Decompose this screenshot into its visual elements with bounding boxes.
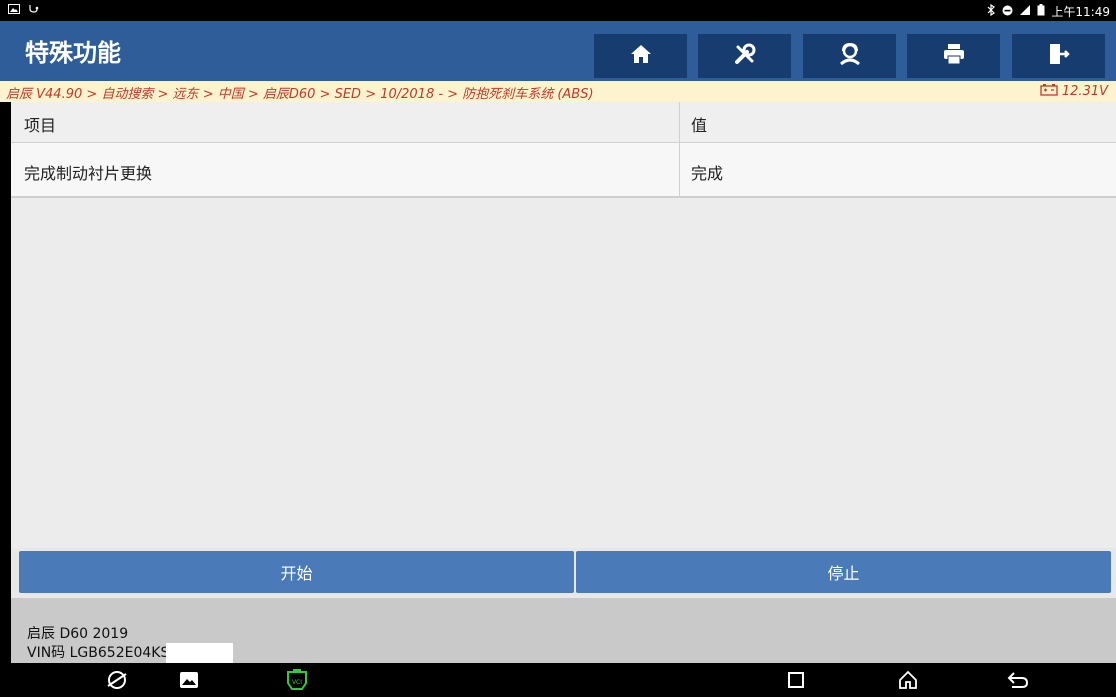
voltage-value: 12.31V bbox=[1061, 84, 1108, 99]
action-bar: 开始 停止 bbox=[11, 548, 1116, 598]
headset-icon bbox=[837, 42, 863, 70]
diagnostic-notification-icon bbox=[28, 3, 40, 18]
row-item-value: 完成 bbox=[691, 164, 724, 183]
tools-button[interactable] bbox=[698, 34, 791, 78]
column-divider bbox=[679, 102, 680, 142]
bluetooth-icon bbox=[987, 3, 996, 19]
printer-icon bbox=[943, 43, 965, 69]
vci-connector-icon[interactable]: VCI bbox=[284, 668, 310, 692]
redaction-box bbox=[166, 643, 233, 665]
data-table: 项目 值 完成制动衬片更换 完成 bbox=[11, 102, 1116, 548]
home-nav-button[interactable] bbox=[895, 668, 921, 692]
page-title: 特殊功能 bbox=[25, 39, 121, 67]
home-button[interactable] bbox=[594, 34, 687, 78]
image-notification-icon bbox=[8, 3, 20, 18]
cell-signal-icon bbox=[1019, 4, 1031, 19]
status-time: 上午11:49 bbox=[1051, 5, 1110, 19]
column-header-value: 值 bbox=[691, 116, 708, 135]
stop-button[interactable]: 停止 bbox=[576, 551, 1111, 593]
breadcrumb-bar: 启辰 V44.90 > 自动搜索 > 远东 > 中国 > 启辰D60 > SED… bbox=[0, 81, 1116, 102]
system-nav-bar: VCI bbox=[0, 663, 1116, 697]
battery-icon bbox=[1037, 4, 1045, 19]
print-button[interactable] bbox=[907, 34, 1000, 78]
gallery-app-icon[interactable] bbox=[176, 668, 202, 692]
back-button[interactable] bbox=[1005, 668, 1031, 692]
vehicle-model: 启辰 D60 2019 bbox=[27, 626, 129, 642]
car-battery-icon bbox=[1040, 83, 1058, 100]
table-header: 项目 值 bbox=[11, 102, 1116, 143]
exit-button[interactable] bbox=[1012, 34, 1105, 78]
table-row[interactable]: 完成制动衬片更换 完成 bbox=[11, 143, 1116, 198]
recents-button[interactable] bbox=[783, 668, 809, 692]
row-item-label: 完成制动衬片更换 bbox=[24, 164, 153, 183]
title-bar: 特殊功能 bbox=[0, 21, 1116, 81]
svg-text:VCI: VCI bbox=[292, 679, 302, 686]
breadcrumb: 启辰 V44.90 > 自动搜索 > 远东 > 中国 > 启辰D60 > SED… bbox=[6, 87, 594, 102]
browser-app-icon[interactable] bbox=[104, 668, 130, 692]
exit-icon bbox=[1048, 42, 1070, 70]
status-bar: 上午11:49 bbox=[0, 0, 1116, 21]
column-header-item: 项目 bbox=[24, 116, 57, 135]
home-icon bbox=[630, 43, 652, 69]
do-not-disturb-icon bbox=[1002, 5, 1013, 19]
start-button[interactable]: 开始 bbox=[19, 551, 574, 593]
support-button[interactable] bbox=[803, 34, 896, 78]
tools-icon bbox=[732, 41, 758, 71]
column-divider bbox=[679, 143, 680, 196]
vin-number: VIN码 LGB652E04KS bbox=[27, 645, 170, 661]
battery-voltage: 12.31V bbox=[1040, 83, 1108, 100]
